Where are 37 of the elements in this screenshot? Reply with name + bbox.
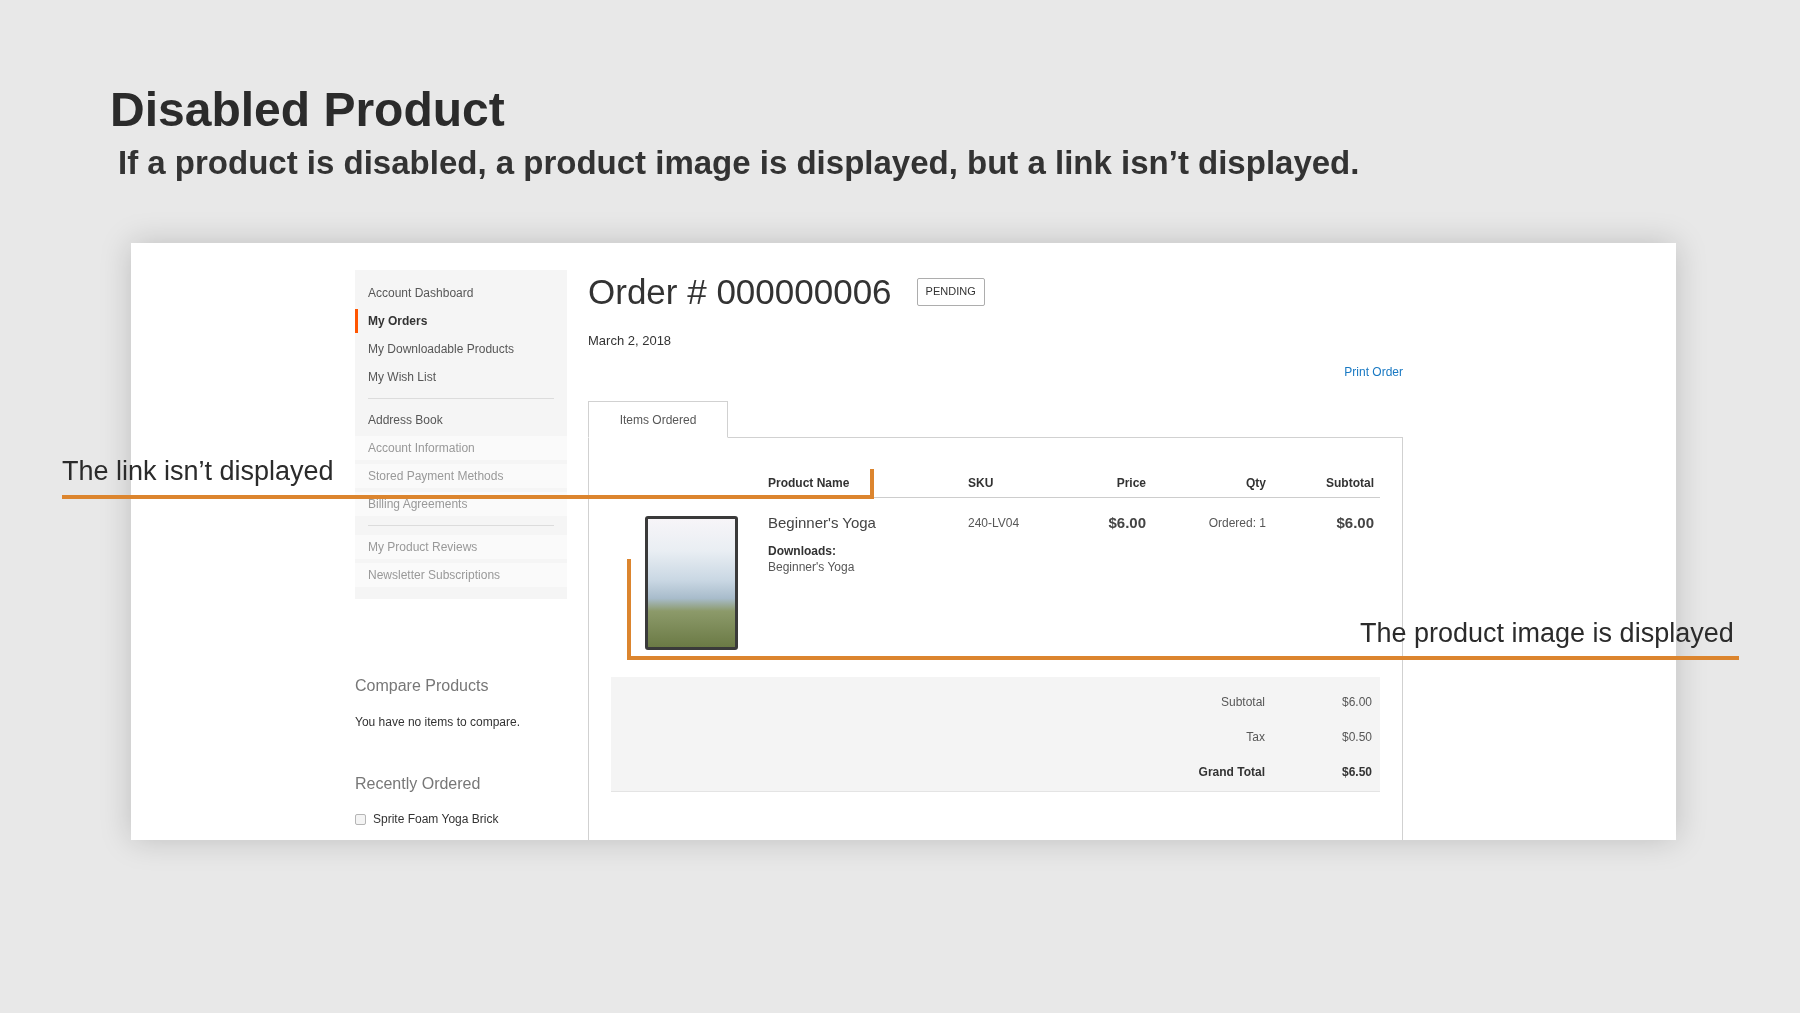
recently-ordered-title: Recently Ordered <box>355 774 481 794</box>
subtotal-amount: $6.00 <box>1335 513 1374 533</box>
checkbox[interactable] <box>355 813 366 825</box>
sidebar-link[interactable]: My Orders <box>355 309 567 333</box>
sidebar-link[interactable]: My Wish List <box>355 365 567 389</box>
compare-empty-message: You have no items to compare. <box>355 714 520 730</box>
sidebar-link[interactable]: My Downloadable Products <box>355 337 567 361</box>
callout-label: The link isn’t displayed <box>62 455 334 487</box>
sku: 240-LV04 <box>968 515 1020 532</box>
column-header: Subtotal <box>1325 474 1374 492</box>
total-amount: $6.50 <box>1341 763 1372 781</box>
total-amount: $6.00 <box>1341 693 1372 711</box>
quantity: Ordered: 1 <box>1207 515 1266 532</box>
total-label: Tax <box>1246 728 1265 746</box>
recently-ordered-item[interactable]: Sprite Foam Yoga Brick <box>373 811 499 827</box>
total-label: Grand Total <box>1198 763 1265 781</box>
tab[interactable]: Items Ordered <box>588 401 728 438</box>
compare-products-title: Compare Products <box>355 676 489 696</box>
column-header: Price <box>1115 474 1146 492</box>
column-header: SKU <box>968 474 995 492</box>
column-header: Qty <box>1245 474 1266 492</box>
print-order-link[interactable]: Print Order <box>1344 364 1403 380</box>
callout-label: The product image is displayed <box>1360 617 1734 649</box>
total-amount: $0.50 <box>1341 728 1372 746</box>
status-badge: PENDING <box>916 277 985 306</box>
downloads-label: Downloads: <box>768 543 836 559</box>
product-name: Beginner's Yoga <box>768 513 876 533</box>
download-item: Beginner's Yoga <box>768 559 855 575</box>
price: $6.00 <box>1107 513 1146 533</box>
slide-title: Disabled Product <box>110 86 505 134</box>
column-header: Product Name <box>768 474 851 492</box>
total-label: Subtotal <box>1220 693 1265 711</box>
order-title: Order # 000000006 <box>588 274 892 309</box>
order-date: March 2, 2018 <box>588 333 672 349</box>
sidebar-link[interactable]: Account Dashboard <box>355 281 567 305</box>
sidebar-link[interactable]: Address Book <box>355 408 567 432</box>
slide-subtitle: If a product is disabled, a product image is displayed, but a link isn’t displayed. <box>118 146 1360 179</box>
